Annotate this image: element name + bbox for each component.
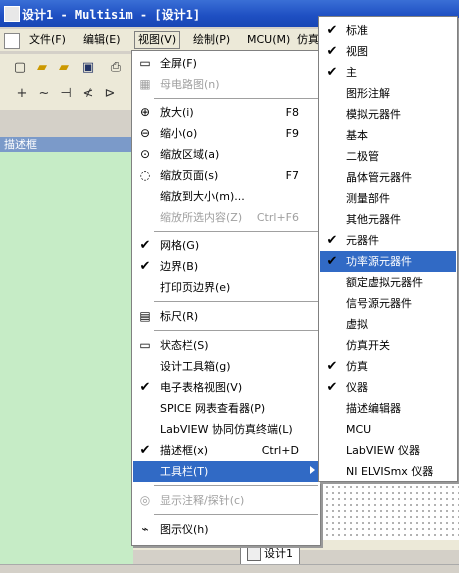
checkmark-icon: ✔ xyxy=(326,380,338,395)
menu-item-design-toolbox[interactable]: 设计工具箱(g) xyxy=(133,356,319,377)
menu-item-spice-netlist-viewer[interactable]: SPICE 网表查看器(P) xyxy=(133,398,319,419)
ruler-icon: ▤ xyxy=(139,309,151,323)
save-icon[interactable]: ▣ xyxy=(80,60,96,76)
menu-item-parent-sheet[interactable]: ▦ 母电路图(n) xyxy=(133,74,319,95)
toolbar-item-misc[interactable]: 其他元器件 xyxy=(320,209,456,230)
toolbar-item-labview-instruments[interactable]: LabVIEW 仪器 xyxy=(320,440,456,461)
tab-label: 设计1 xyxy=(264,547,293,560)
menu-item-toolbars[interactable]: 工具栏(T) xyxy=(133,461,319,482)
menu-separator xyxy=(154,485,318,487)
toolbar-item-components[interactable]: ✔ 元器件 xyxy=(320,230,456,251)
toolbar-item-main[interactable]: ✔ 主 xyxy=(320,62,456,83)
menu-edit[interactable]: 编辑(E) xyxy=(80,32,124,48)
menu-item-print-page-bounds[interactable]: 打印页边界(e) xyxy=(133,277,319,298)
checkmark-icon: ✔ xyxy=(139,238,151,253)
menu-item-zoom-out[interactable]: ⊖ 缩小(o) F9 xyxy=(133,123,319,144)
menu-item-grapher[interactable]: ⌁ 图示仪(h) xyxy=(133,519,319,540)
menu-item-zoom-to-size[interactable]: 缩放到大小(m)... xyxy=(133,186,319,207)
menu-separator xyxy=(154,330,318,332)
parent-sheet-icon: ▦ xyxy=(139,77,151,91)
open-folder-icon[interactable]: ▰ xyxy=(34,60,50,76)
menu-item-status-bar[interactable]: ▭ 状态栏(S) xyxy=(133,335,319,356)
menu-place[interactable]: 绘制(P) xyxy=(190,32,233,48)
submenu-arrow-icon xyxy=(310,466,315,474)
menu-item-zoom-area[interactable]: ⊙ 缩放区域(a) xyxy=(133,144,319,165)
toolbar-item-mcu[interactable]: MCU xyxy=(320,419,456,440)
menu-item-grid[interactable]: ✔ 网格(G) xyxy=(133,235,319,256)
description-box[interactable] xyxy=(0,152,133,572)
diode-icon[interactable]: ⊣ xyxy=(58,86,74,102)
zoom-page-icon: ◌ xyxy=(139,168,151,182)
app-icon xyxy=(4,6,20,22)
menu-item-description-box[interactable]: ✔ 描述框(x) Ctrl+D xyxy=(133,440,319,461)
window-title: 设计1 - Multisim - [设计1] xyxy=(22,8,201,22)
menu-mcu[interactable]: MCU(M) xyxy=(244,32,293,48)
source-icon[interactable]: + xyxy=(14,86,30,102)
menu-file[interactable]: 文件(F) xyxy=(26,32,69,48)
checkmark-icon: ✔ xyxy=(326,23,338,38)
menu-item-zoom-selection[interactable]: 缩放所选内容(Z) Ctrl+F6 xyxy=(133,207,319,228)
toolbar-item-transistors[interactable]: 晶体管元器件 xyxy=(320,167,456,188)
menu-item-labview-cosim[interactable]: LabVIEW 协同仿真终端(L) xyxy=(133,419,319,440)
menu-item-show-annotation[interactable]: ◎ 显示注释/探针(c) xyxy=(133,490,319,511)
tab-design1[interactable]: 设计1 xyxy=(240,544,300,565)
checkmark-icon: ✔ xyxy=(326,44,338,59)
toolbar-item-ni-elvismx[interactable]: NI ELVISmx 仪器 xyxy=(320,461,456,482)
checkmark-icon: ✔ xyxy=(326,254,338,269)
toolbar-item-virtual[interactable]: 虚拟 xyxy=(320,314,456,335)
statusbar-icon: ▭ xyxy=(139,338,151,352)
components-toolbar: + ~ ⊣ ≮ ⊳ xyxy=(0,82,133,110)
checkmark-icon: ✔ xyxy=(139,259,151,274)
menu-item-spreadsheet-view[interactable]: ✔ 电子表格视图(V) xyxy=(133,377,319,398)
zoom-area-icon: ⊙ xyxy=(139,147,151,161)
annotation-icon: ◎ xyxy=(139,493,151,507)
schematic-workspace[interactable] xyxy=(318,478,459,540)
open-sample-icon[interactable]: ▰ xyxy=(56,60,72,76)
menu-separator xyxy=(154,301,318,303)
menu-item-fullscreen[interactable]: ▭ 全屏(F) xyxy=(133,53,319,74)
checkmark-icon: ✔ xyxy=(326,233,338,248)
view-menu: ▭ 全屏(F) ▦ 母电路图(n) ⊕ 放大(i) F8 ⊖ 缩小(o) F9 … xyxy=(131,50,321,546)
menu-item-border[interactable]: ✔ 边界(B) xyxy=(133,256,319,277)
description-box-header: 描述框 xyxy=(0,137,137,152)
new-file-icon[interactable]: ▢ xyxy=(12,60,28,76)
checkmark-icon: ✔ xyxy=(139,443,151,458)
toolbar-item-power-source[interactable]: ✔ 功率源元器件 xyxy=(320,251,456,272)
toolbar-item-sim-switch[interactable]: 仿真开关 xyxy=(320,335,456,356)
checkmark-icon: ✔ xyxy=(326,359,338,374)
grapher-icon: ⌁ xyxy=(141,522,149,536)
toolbar-item-instruments[interactable]: ✔ 仪器 xyxy=(320,377,456,398)
menu-view[interactable]: 视图(V) xyxy=(134,31,181,49)
toolbar-item-diodes[interactable]: 二极管 xyxy=(320,146,456,167)
analog-icon[interactable]: ⊳ xyxy=(102,86,118,102)
schematic-icon xyxy=(247,547,261,561)
checkmark-icon: ✔ xyxy=(139,380,151,395)
toolbar-item-measurement[interactable]: 测量部件 xyxy=(320,188,456,209)
menu-separator xyxy=(154,98,318,100)
fullscreen-icon: ▭ xyxy=(139,56,151,70)
basic-icon[interactable]: ~ xyxy=(36,86,52,102)
menu-item-ruler[interactable]: ▤ 标尺(R) xyxy=(133,306,319,327)
zoom-out-icon: ⊖ xyxy=(139,126,151,140)
zoom-in-icon: ⊕ xyxy=(139,105,151,119)
toolbars-submenu: ✔ 标准 ✔ 视图 ✔ 主 图形注解 模拟元器件 基本 二极管 晶体管元器件 测量部件… xyxy=(318,16,458,482)
toolbar-item-standard[interactable]: ✔ 标准 xyxy=(320,20,456,41)
menu-item-zoom-page[interactable]: ◌ 缩放页面(s) F7 xyxy=(133,165,319,186)
document-icon[interactable] xyxy=(4,33,20,49)
menu-item-zoom-in[interactable]: ⊕ 放大(i) F8 xyxy=(133,102,319,123)
menu-separator xyxy=(154,514,318,516)
toolbar-item-simulation[interactable]: ✔ 仿真 xyxy=(320,356,456,377)
toolbar-item-rated-virtual[interactable]: 额定虚拟元器件 xyxy=(320,272,456,293)
toolbar-item-signal-source[interactable]: 信号源元器件 xyxy=(320,293,456,314)
toolbar-item-analog[interactable]: 模拟元器件 xyxy=(320,104,456,125)
standard-toolbar: ▢ ▰ ▰ ▣ ⎙ xyxy=(0,54,133,82)
print-icon[interactable]: ⎙ xyxy=(108,60,124,76)
toolbar-item-basic[interactable]: 基本 xyxy=(320,125,456,146)
toolbar-item-view[interactable]: ✔ 视图 xyxy=(320,41,456,62)
checkmark-icon: ✔ xyxy=(326,65,338,80)
menu-separator xyxy=(154,231,318,233)
toolbar-item-graphic-annotation[interactable]: 图形注解 xyxy=(320,83,456,104)
toolbar-item-description-editor[interactable]: 描述编辑器 xyxy=(320,398,456,419)
transistor-icon[interactable]: ≮ xyxy=(80,86,96,102)
